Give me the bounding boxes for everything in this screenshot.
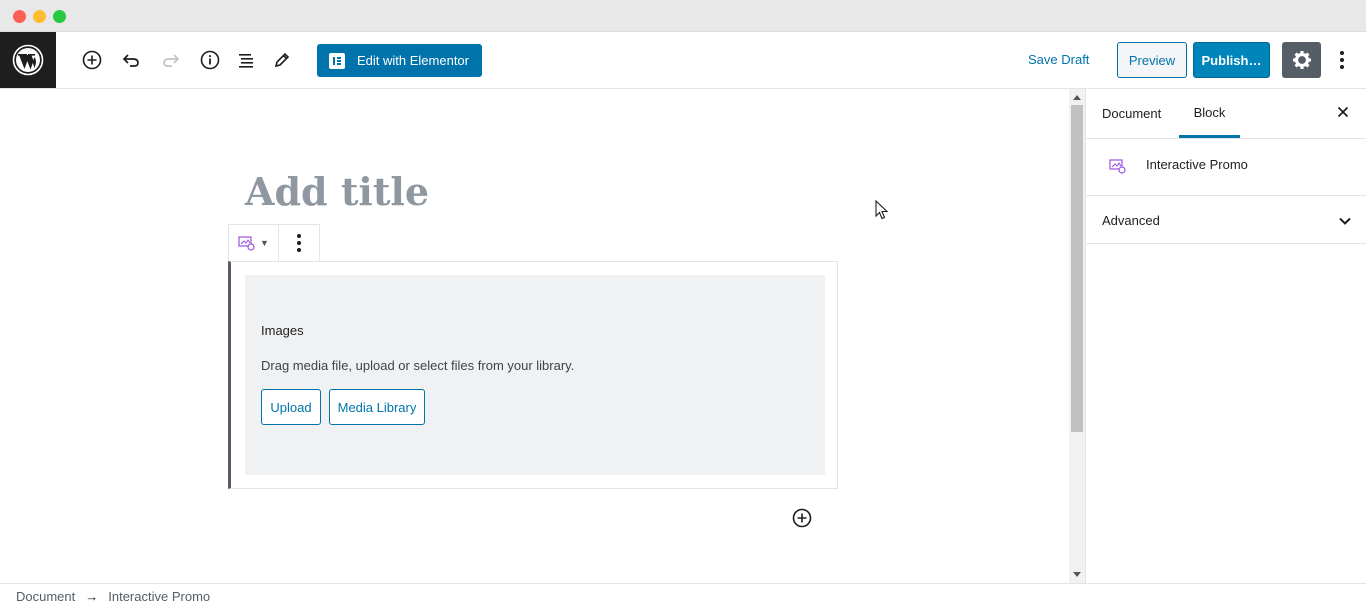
scroll-up-arrow-icon[interactable]: [1073, 95, 1081, 100]
advanced-panel-label: Advanced: [1102, 213, 1160, 228]
scrollbar-thumb[interactable]: [1071, 105, 1083, 432]
advanced-panel-toggle[interactable]: Advanced: [1086, 196, 1366, 244]
pencil-icon: [274, 52, 290, 68]
editor-canvas: Add title ▼ Images Drag media file, uplo…: [0, 89, 1069, 583]
more-vertical-icon: [297, 234, 301, 252]
undo-icon: [122, 54, 139, 67]
caret-down-icon: ▼: [260, 238, 269, 248]
interactive-promo-icon: [1109, 159, 1126, 174]
gear-icon: [1292, 51, 1311, 69]
elementor-button-label: Edit with Elementor: [357, 53, 469, 68]
placeholder-heading: Images: [261, 323, 304, 338]
block-navigation-button[interactable]: [232, 46, 260, 74]
maximize-window-button[interactable]: [53, 10, 66, 23]
minimize-window-button[interactable]: [33, 10, 46, 23]
interactive-promo-icon: [238, 236, 255, 251]
editor-header: Edit with Elementor Save Draft Preview P…: [0, 32, 1366, 89]
mouse-pointer-icon: [875, 199, 889, 225]
edit-with-elementor-button[interactable]: Edit with Elementor: [317, 44, 482, 77]
undo-button[interactable]: [117, 46, 145, 74]
window-titlebar: [0, 0, 1366, 32]
preview-button[interactable]: Preview: [1117, 42, 1187, 78]
breadcrumb-separator: →: [85, 588, 99, 604]
tab-block[interactable]: Block: [1179, 89, 1240, 138]
post-title-input[interactable]: Add title: [245, 169, 429, 214]
placeholder-instructions: Drag media file, upload or select files …: [261, 358, 575, 373]
breadcrumb-document[interactable]: Document: [16, 589, 75, 604]
plus-circle-icon: [792, 508, 812, 528]
block-more-options-button[interactable]: [279, 225, 319, 261]
block-type-switcher[interactable]: ▼: [229, 225, 279, 261]
sidebar-tabs: Document Block: [1086, 89, 1366, 139]
close-sidebar-button[interactable]: [1335, 104, 1351, 120]
plus-circle-icon: [82, 50, 102, 70]
tools-button[interactable]: [268, 46, 296, 74]
add-block-inline-button[interactable]: [792, 508, 812, 528]
save-draft-link[interactable]: Save Draft: [1028, 52, 1089, 67]
close-icon: [1337, 106, 1349, 118]
more-vertical-icon: [1340, 51, 1344, 69]
editor-scrollbar[interactable]: [1069, 89, 1085, 583]
block-breadcrumb: Document → Interactive Promo: [0, 583, 1366, 608]
wordpress-icon: [12, 44, 44, 76]
settings-button[interactable]: [1282, 42, 1321, 78]
scroll-down-arrow-icon[interactable]: [1073, 572, 1081, 577]
redo-icon: [163, 54, 180, 67]
chevron-down-icon: [1339, 217, 1351, 225]
list-icon: [239, 54, 253, 68]
info-icon: [200, 50, 220, 70]
wordpress-logo-button[interactable]: [0, 32, 56, 88]
content-info-button[interactable]: [196, 46, 224, 74]
elementor-icon: [329, 52, 345, 69]
upload-button[interactable]: Upload: [261, 389, 321, 425]
settings-sidebar: Document Block Interactive Promo Advance…: [1085, 89, 1366, 583]
breadcrumb-current-block[interactable]: Interactive Promo: [108, 589, 210, 604]
block-card: Interactive Promo: [1086, 139, 1366, 196]
block-toolbar: ▼: [228, 224, 320, 262]
add-block-button[interactable]: [78, 46, 106, 74]
publish-button[interactable]: Publish…: [1193, 42, 1270, 78]
tab-document[interactable]: Document: [1102, 89, 1161, 138]
media-library-button[interactable]: Media Library: [329, 389, 425, 425]
media-placeholder: Images Drag media file, upload or select…: [245, 275, 825, 475]
close-window-button[interactable]: [13, 10, 26, 23]
redo-button[interactable]: [157, 46, 185, 74]
block-card-title: Interactive Promo: [1146, 157, 1248, 172]
interactive-promo-block[interactable]: Images Drag media file, upload or select…: [228, 261, 838, 489]
more-options-button[interactable]: [1330, 46, 1354, 74]
